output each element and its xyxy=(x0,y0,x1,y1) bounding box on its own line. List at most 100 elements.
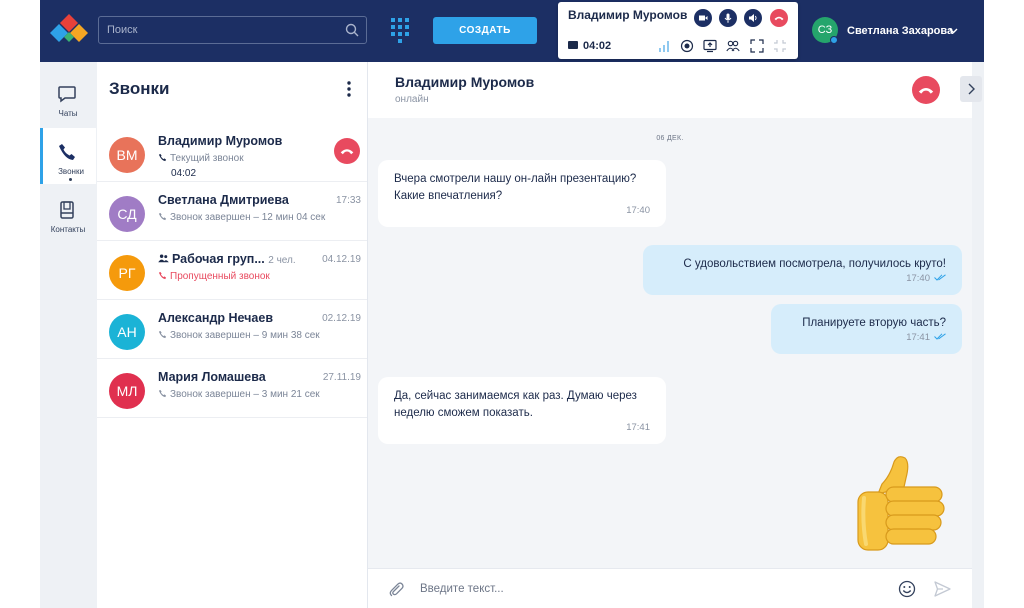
contact-name: Владимир Муромов xyxy=(158,134,283,148)
paperclip-icon[interactable] xyxy=(388,581,404,597)
call-status: Текущий звонок xyxy=(158,153,244,164)
address-book-icon xyxy=(60,201,74,219)
call-status: Пропущенный звонок xyxy=(158,271,270,282)
active-call-name: Владимир Муромов xyxy=(568,8,688,22)
call-row[interactable]: СД Светлана Дмитриева 17:33 Звонок завер… xyxy=(97,182,367,241)
call-row[interactable]: ВМ Владимир Муромов Текущий звонок 04:02 xyxy=(97,123,367,182)
message-incoming[interactable]: Вчера смотрели нашу он-лайн презентацию?… xyxy=(378,160,666,227)
nav-item-contacts[interactable]: Контакты xyxy=(40,186,96,242)
hangup-icon xyxy=(774,16,784,21)
calls-panel: Звонки ВМ Владимир Муромов Текущий звоно… xyxy=(97,62,367,608)
expand-panel-button[interactable] xyxy=(960,76,982,102)
message-time: 17:40 xyxy=(906,270,946,287)
hangup-icon xyxy=(340,149,354,155)
call-row[interactable]: АН Александр Нечаев 02.12.19 Звонок заве… xyxy=(97,300,367,359)
call-date: 27.11.19 xyxy=(322,372,361,383)
fullscreen-icon[interactable] xyxy=(750,39,764,53)
call-status: Звонок завершен – 9 мин 38 сек xyxy=(158,330,320,341)
contact-name: Мария Ломашева xyxy=(158,370,266,384)
call-status: Звонок завершен – 3 мин 21 сек xyxy=(158,389,320,400)
message-text: Да, сейчас занимаемся как раз. Думаю чер… xyxy=(394,390,637,402)
missed-call-icon xyxy=(158,271,167,280)
video-toggle-button[interactable] xyxy=(694,9,712,27)
nav-item-calls[interactable]: Звонки xyxy=(40,128,96,184)
message-outgoing[interactable]: С удовольствием посмотрела, получилось к… xyxy=(643,245,962,295)
signal-strength-icon xyxy=(659,41,669,52)
end-call-button[interactable] xyxy=(770,9,788,27)
message-text: С удовольствием посмотрела, получилось к… xyxy=(683,258,946,270)
calls-title: Звонки xyxy=(109,79,170,98)
group-icon xyxy=(158,254,169,263)
mic-toggle-button[interactable] xyxy=(719,9,737,27)
more-vertical-icon[interactable] xyxy=(347,81,351,97)
send-icon[interactable] xyxy=(934,581,951,597)
call-timer: 04:02 xyxy=(568,40,611,52)
chat-contact-name[interactable]: Владимир Муромов xyxy=(395,74,534,90)
search-icon[interactable] xyxy=(345,23,359,37)
search-box[interactable] xyxy=(98,16,367,44)
record-icon[interactable] xyxy=(680,39,694,53)
nav-item-chats[interactable]: Чаты xyxy=(40,70,96,126)
dialpad-icon[interactable] xyxy=(390,17,410,43)
microphone-icon xyxy=(724,13,732,23)
call-status-text: Звонок завершен – 3 мин 21 сек xyxy=(170,389,320,400)
app-window: СОЗДАТЬ Владимир Муромов 04:02 xyxy=(40,0,984,608)
message-incoming[interactable]: Да, сейчас занимаемся как раз. Думаю чер… xyxy=(378,377,666,444)
nav-rail: Чаты Звонки Контакты xyxy=(40,68,96,608)
screen-share-icon[interactable] xyxy=(703,39,717,53)
call-timer-value: 04:02 xyxy=(583,40,612,52)
message-composer xyxy=(368,568,972,608)
user-name: Светлана Захарова xyxy=(847,25,954,37)
online-status-dot xyxy=(830,36,838,44)
camera-icon xyxy=(568,41,578,49)
call-status-text: Звонок завершен – 12 мин 04 сек xyxy=(170,212,326,223)
call-date: 02.12.19 xyxy=(322,313,361,324)
minimize-icon[interactable] xyxy=(773,39,787,53)
contact-name: Светлана Дмитриева xyxy=(158,193,289,207)
contact-avatar: АН xyxy=(109,314,145,350)
call-duration: 04:02 xyxy=(171,168,197,179)
message-time-value: 17:41 xyxy=(906,332,930,343)
message-input[interactable] xyxy=(420,577,870,601)
chat-header: Владимир Муромов онлайн xyxy=(368,62,982,118)
group-name: Рабочая груп... 2 чел. xyxy=(158,252,296,266)
double-check-icon xyxy=(934,333,946,340)
message-time: 17:41 xyxy=(906,329,946,346)
participants-icon[interactable] xyxy=(726,39,740,53)
create-button[interactable]: СОЗДАТЬ xyxy=(433,17,537,44)
thumbs-up-sticker[interactable] xyxy=(852,454,952,554)
active-call-widget: Владимир Муромов 04:02 xyxy=(558,2,798,59)
end-call-button[interactable] xyxy=(334,138,360,164)
nav-label-chats: Чаты xyxy=(58,109,78,118)
message-text: Вчера смотрели нашу он-лайн презентацию? xyxy=(394,173,637,185)
end-call-button[interactable] xyxy=(912,76,940,104)
group-member-count: 2 чел. xyxy=(268,255,296,266)
message-time: 17:40 xyxy=(626,205,650,216)
emoji-icon[interactable] xyxy=(898,580,916,598)
speaker-toggle-button[interactable] xyxy=(744,9,762,27)
phone-icon xyxy=(59,144,75,160)
chat-contact-status: онлайн xyxy=(395,94,429,105)
call-date: 17:33 xyxy=(335,195,361,206)
message-text: Какие впечатления? xyxy=(394,190,503,202)
contact-name: Александр Нечаев xyxy=(158,311,274,325)
group-avatar: РГ xyxy=(109,255,145,291)
speaker-icon xyxy=(749,14,757,22)
nav-label-calls: Звонки xyxy=(58,167,84,176)
phone-icon xyxy=(158,153,167,162)
chevron-down-icon[interactable] xyxy=(949,26,958,35)
call-status-text: Пропущенный звонок xyxy=(170,271,270,282)
call-status-text: Звонок завершен – 9 мин 38 сек xyxy=(170,330,320,341)
chevron-right-icon xyxy=(968,83,975,95)
active-indicator-dot xyxy=(69,178,72,181)
phone-icon xyxy=(158,212,167,221)
phone-icon xyxy=(158,389,167,398)
search-input[interactable] xyxy=(107,17,337,43)
contact-avatar: ВМ xyxy=(109,137,145,173)
video-icon xyxy=(699,15,708,21)
app-logo[interactable] xyxy=(48,13,90,45)
call-row[interactable]: РГ Рабочая груп... 2 чел. 04.12.19 Пропу… xyxy=(97,241,367,300)
top-bar: СОЗДАТЬ Владимир Муромов 04:02 xyxy=(40,0,984,62)
call-row[interactable]: МЛ Мария Ломашева 27.11.19 Звонок заверш… xyxy=(97,359,367,418)
message-outgoing[interactable]: Планируете вторую часть? 17:41 xyxy=(771,304,962,354)
